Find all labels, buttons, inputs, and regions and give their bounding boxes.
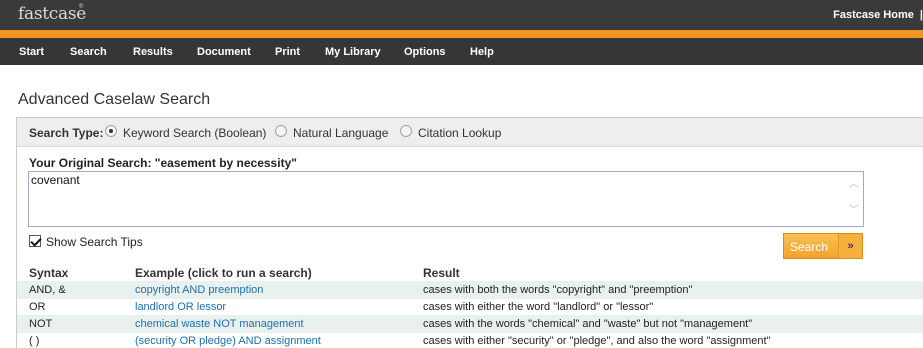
menu-item-print[interactable]: Print: [275, 46, 300, 58]
search-panel: Search Type: Keyword Search (Boolean) Na…: [16, 117, 923, 348]
radio-label-keyword-search[interactable]: Keyword Search (Boolean): [123, 126, 266, 140]
fastcase-logo[interactable]: fastcase ®: [18, 4, 86, 28]
menu-item-options[interactable]: Options: [404, 46, 446, 58]
radio-citation-lookup[interactable]: [400, 125, 412, 137]
radio-keyword-search[interactable]: [105, 125, 117, 137]
logo-text: fastcase: [18, 4, 87, 24]
tip-result: cases with either "security" or "pledge"…: [423, 335, 771, 347]
tip-example-link[interactable]: copyright AND preemption: [135, 284, 263, 296]
double-chevron-right-icon: »: [838, 234, 862, 258]
menu-item-document[interactable]: Document: [197, 46, 251, 58]
menu-item-results[interactable]: Results: [133, 46, 173, 58]
tips-row: OR landlord OR lessor cases with either …: [17, 298, 923, 316]
menu-item-start[interactable]: Start: [19, 46, 44, 58]
fastcase-home-link[interactable]: Fastcase Home: [833, 9, 914, 21]
search-button-label: Search: [790, 240, 829, 254]
menu-item-search[interactable]: Search: [70, 46, 107, 58]
logo-trademark: ®: [79, 4, 84, 10]
tip-result: cases with both the words "copyright" an…: [423, 284, 693, 296]
top-links: Fastcase Home |: [833, 9, 923, 21]
search-button[interactable]: Search »: [783, 233, 863, 259]
page-title: Advanced Caselaw Search: [18, 91, 211, 108]
tips-row: AND, & copyright AND preemption cases wi…: [17, 281, 923, 299]
show-search-tips-label[interactable]: Show Search Tips: [46, 235, 143, 249]
tip-syntax: ( ): [29, 335, 40, 347]
tip-example-link[interactable]: landlord OR lessor: [135, 301, 226, 313]
tips-header-syntax: Syntax: [29, 266, 69, 280]
show-search-tips-checkbox[interactable]: [29, 235, 41, 247]
tip-syntax: NOT: [29, 318, 53, 330]
tip-example-link[interactable]: chemical waste NOT management: [135, 318, 304, 330]
tip-example-link[interactable]: (security OR pledge) AND assignment: [135, 335, 321, 347]
menu-item-my-library[interactable]: My Library: [325, 46, 381, 58]
tip-result: cases with the words "chemical" and "was…: [423, 318, 753, 330]
scroll-down-icon[interactable]: ﹀: [848, 206, 860, 216]
tip-result: cases with either the word "landlord" or…: [423, 301, 654, 313]
link-separator: |: [919, 9, 923, 21]
search-query-input[interactable]: covenant ︿ ﹀: [28, 171, 864, 227]
top-bar: fastcase ® Fastcase Home |: [0, 0, 923, 30]
scroll-up-icon[interactable]: ︿: [848, 180, 860, 190]
tips-header-example: Example (click to run a search): [135, 266, 312, 280]
search-query-text: covenant: [31, 173, 80, 187]
tips-row: NOT chemical waste NOT management cases …: [17, 315, 923, 333]
radio-label-citation-lookup[interactable]: Citation Lookup: [418, 126, 501, 140]
menu-item-help[interactable]: Help: [470, 46, 494, 58]
tips-header-result: Result: [423, 266, 460, 280]
original-search-label: Your Original Search: "easement by neces…: [29, 156, 297, 170]
search-type-row: Search Type: Keyword Search (Boolean) Na…: [17, 118, 923, 147]
tip-syntax: OR: [29, 301, 46, 313]
radio-natural-language[interactable]: [275, 125, 287, 137]
main-menu: Start Search Results Document Print My L…: [0, 38, 923, 65]
search-type-label: Search Type:: [29, 126, 104, 140]
radio-label-natural-language[interactable]: Natural Language: [293, 126, 388, 140]
tip-syntax: AND, &: [29, 284, 66, 296]
accent-stripe: [0, 30, 923, 38]
tips-row: ( ) (security OR pledge) AND assignment …: [17, 332, 923, 348]
